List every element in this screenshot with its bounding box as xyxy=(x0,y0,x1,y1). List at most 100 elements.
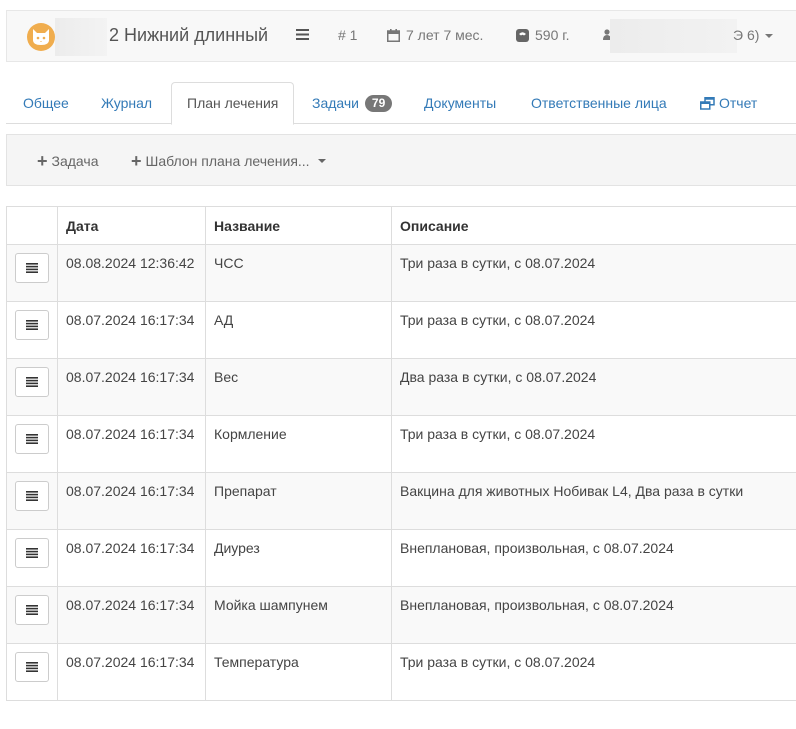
table-row[interactable]: 08.08.2024 12:36:42 ЧСС Три раза в сутки… xyxy=(6,244,796,302)
tasks-count-badge: 79 xyxy=(364,95,393,112)
table-row[interactable]: 08.07.2024 16:17:34 Вес Два раза в сутки… xyxy=(6,358,796,416)
row-name: Температура xyxy=(205,643,392,701)
patient-tabs: Общее Журнал План лечения Задачи 79 Доку… xyxy=(6,82,796,125)
row-actions-cell xyxy=(6,529,58,587)
column-header-description[interactable]: Описание xyxy=(391,206,796,245)
pet-age-text: 7 лет 7 мес. xyxy=(406,27,484,43)
row-name: Вес xyxy=(205,358,392,416)
row-name: АД xyxy=(205,301,392,359)
row-name: ЧСС xyxy=(205,244,392,302)
redacted-area xyxy=(55,18,107,56)
table-row[interactable]: 08.07.2024 16:17:34 Препарат Вакцина для… xyxy=(6,472,796,530)
tab-label: Задачи xyxy=(312,95,360,111)
table-header-row: Дата Название Описание xyxy=(6,206,796,245)
tab-documents[interactable]: Документы xyxy=(409,82,511,124)
pet-name[interactable]: 2 Нижний длинный xyxy=(109,25,268,46)
row-date: 08.08.2024 12:36:42 xyxy=(57,244,206,302)
row-name: Диурез xyxy=(205,529,392,587)
row-description: Вакцина для животных Нобивак L4, Два раз… xyxy=(391,472,796,530)
row-menu-button[interactable] xyxy=(15,595,49,625)
row-menu-button[interactable] xyxy=(15,367,49,397)
tab-tasks[interactable]: Задачи 79 xyxy=(297,82,407,124)
row-name: Кормление xyxy=(205,415,392,473)
row-actions-cell xyxy=(6,643,58,701)
list-icon xyxy=(26,605,38,615)
row-date: 08.07.2024 16:17:34 xyxy=(57,358,206,416)
row-menu-button[interactable] xyxy=(15,538,49,568)
table-row[interactable]: 08.07.2024 16:17:34 АД Три раза в сутки,… xyxy=(6,301,796,359)
row-description: Три раза в сутки, с 08.07.2024 xyxy=(391,301,796,359)
redacted-area xyxy=(610,19,737,53)
table-row[interactable]: 08.07.2024 16:17:34 Кормление Три раза в… xyxy=(6,415,796,473)
tab-responsible-persons[interactable]: Ответственные лица xyxy=(516,82,682,124)
row-actions-cell xyxy=(6,586,58,644)
row-actions-cell xyxy=(6,244,58,302)
user-name-tail: Э 6) xyxy=(733,27,760,43)
row-date: 08.07.2024 16:17:34 xyxy=(57,415,206,473)
pet-avatar[interactable] xyxy=(27,23,55,51)
tab-label: Отчет xyxy=(719,95,758,111)
list-icon xyxy=(26,263,38,273)
row-name: Мойка шампунем xyxy=(205,586,392,644)
list-icon xyxy=(26,491,38,501)
column-header-actions xyxy=(6,206,58,245)
row-menu-button[interactable] xyxy=(15,253,49,283)
table-row[interactable]: 08.07.2024 16:17:34 Мойка шампунем Внепл… xyxy=(6,586,796,644)
row-actions-cell xyxy=(6,358,58,416)
row-menu-button[interactable] xyxy=(15,481,49,511)
row-name: Препарат xyxy=(205,472,392,530)
row-menu-button[interactable] xyxy=(15,424,49,454)
user-dropdown[interactable]: Э 6) xyxy=(733,27,774,43)
tab-report[interactable]: Отчет xyxy=(685,82,772,124)
pet-number: # 1 xyxy=(338,27,358,43)
calendar-icon xyxy=(387,29,400,42)
tab-treatment-plan[interactable]: План лечения xyxy=(171,82,295,125)
add-task-button[interactable]: + Задача xyxy=(37,151,99,172)
cat-icon xyxy=(33,29,49,45)
row-date: 08.07.2024 16:17:34 xyxy=(57,472,206,530)
row-description: Внеплановая, произвольная, с 08.07.2024 xyxy=(391,529,796,587)
list-icon xyxy=(26,320,38,330)
tab-general[interactable]: Общее xyxy=(8,82,84,124)
row-date: 08.07.2024 16:17:34 xyxy=(57,529,206,587)
row-date: 08.07.2024 16:17:34 xyxy=(57,301,206,359)
treatment-plan-table: Дата Название Описание 08.08.2024 12:36:… xyxy=(6,206,796,701)
chevron-down-icon xyxy=(765,34,774,38)
pet-weight: 590 г. xyxy=(516,27,570,43)
pet-weight-text: 590 г. xyxy=(535,27,570,43)
scale-icon xyxy=(516,29,529,42)
row-menu-button[interactable] xyxy=(15,652,49,682)
treatment-plan-toolbar: + Задача + Шаблон плана лечения... xyxy=(6,134,796,186)
row-actions-cell xyxy=(6,415,58,473)
tab-label: Документы xyxy=(424,95,497,111)
report-windows-icon xyxy=(700,97,715,110)
row-date: 08.07.2024 16:17:34 xyxy=(57,586,206,644)
pet-age: 7 лет 7 мес. xyxy=(387,27,483,43)
row-description: Внеплановая, произвольная, с 08.07.2024 xyxy=(391,586,796,644)
plan-template-label: Шаблон плана лечения... xyxy=(145,153,310,169)
hamburger-menu-icon[interactable] xyxy=(296,29,309,40)
chevron-down-icon xyxy=(317,159,326,163)
row-actions-cell xyxy=(6,472,58,530)
table-row[interactable]: 08.07.2024 16:17:34 Диурез Внеплановая, … xyxy=(6,529,796,587)
row-description: Три раза в сутки, с 08.07.2024 xyxy=(391,415,796,473)
list-icon xyxy=(26,548,38,558)
column-header-name[interactable]: Название xyxy=(205,206,392,245)
list-icon xyxy=(26,434,38,444)
plus-icon: + xyxy=(131,151,142,171)
row-date: 08.07.2024 16:17:34 xyxy=(57,643,206,701)
row-description: Три раза в сутки, с 08.07.2024 xyxy=(391,643,796,701)
tab-label: Журнал xyxy=(101,95,153,111)
tab-journal[interactable]: Журнал xyxy=(86,82,167,124)
table-row[interactable]: 08.07.2024 16:17:34 Температура Три раза… xyxy=(6,643,796,701)
add-task-label: Задача xyxy=(51,153,99,169)
row-actions-cell xyxy=(6,301,58,359)
list-icon xyxy=(26,377,38,387)
column-header-date[interactable]: Дата xyxy=(57,206,206,245)
plan-template-dropdown[interactable]: + Шаблон плана лечения... xyxy=(131,151,326,172)
list-icon xyxy=(26,662,38,672)
tab-label: План лечения xyxy=(187,95,279,111)
tab-label: Общее xyxy=(23,95,69,111)
row-menu-button[interactable] xyxy=(15,310,49,340)
patient-header: 2 Нижний длинный # 1 7 лет 7 мес. 590 г.… xyxy=(6,10,796,62)
